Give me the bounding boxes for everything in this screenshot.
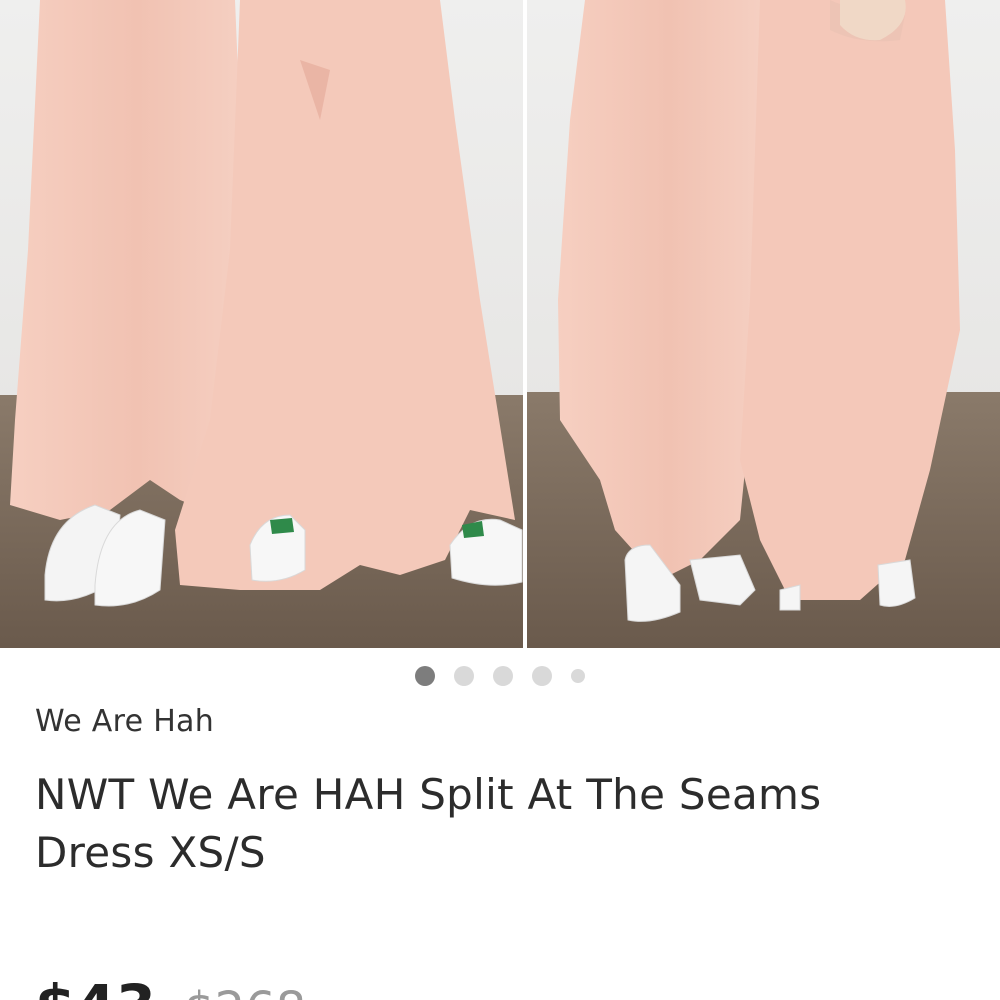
price-row: $43 $268	[35, 972, 306, 1000]
carousel-pagination	[0, 666, 1000, 686]
product-title-line-1: NWT We Are HAH Split At The Seams	[35, 770, 822, 819]
original-price: $268	[184, 982, 306, 1000]
product-title: NWT We Are HAH Split At The Seams Dress …	[35, 766, 935, 882]
carousel-dot-5[interactable]	[571, 669, 585, 683]
product-photo-2	[527, 0, 1000, 648]
product-image-carousel[interactable]	[0, 0, 1000, 648]
product-title-line-2: Dress XS/S	[35, 828, 266, 877]
photo-divider	[523, 0, 527, 648]
current-price: $43	[35, 972, 156, 1000]
brand-link[interactable]: We Are Hah	[35, 704, 214, 739]
carousel-dot-2[interactable]	[454, 666, 474, 686]
carousel-dot-4[interactable]	[532, 666, 552, 686]
carousel-dot-3[interactable]	[493, 666, 513, 686]
product-page: We Are Hah NWT We Are HAH Split At The S…	[0, 0, 1000, 1000]
carousel-dot-1[interactable]	[415, 666, 435, 686]
product-photo-1	[0, 0, 523, 648]
product-photos	[0, 0, 1000, 648]
